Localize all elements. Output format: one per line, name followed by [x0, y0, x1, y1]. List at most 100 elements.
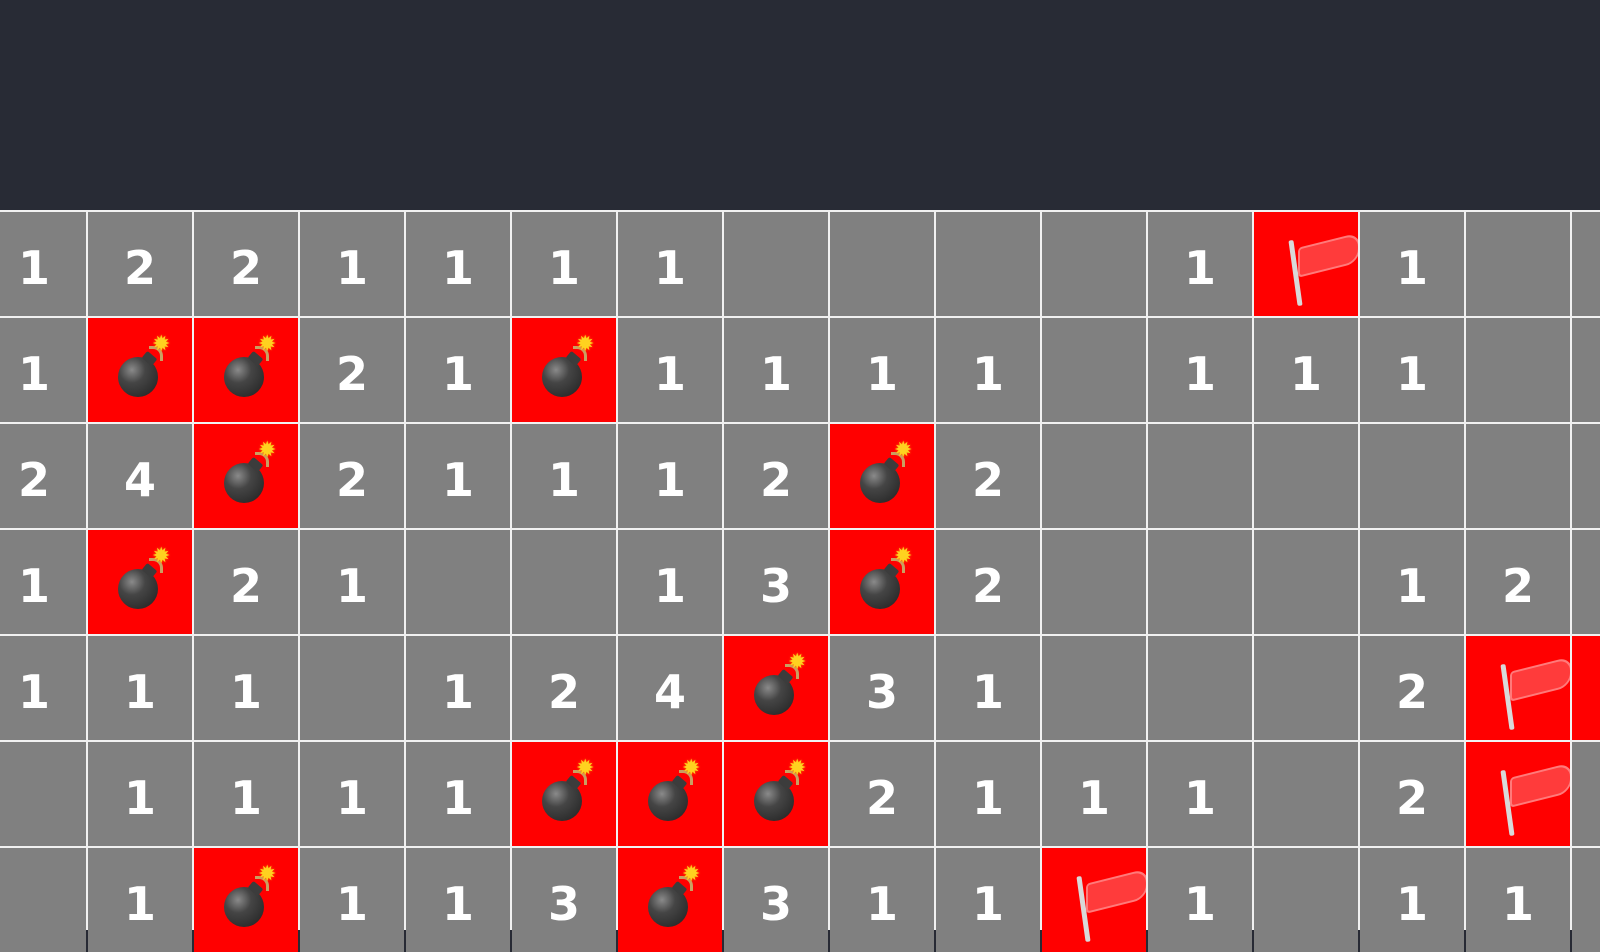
number-cell[interactable]: 1 [1466, 848, 1570, 952]
mine-cell[interactable]: ✹ [512, 742, 616, 846]
number-cell[interactable]: 1 [300, 212, 404, 316]
number-cell[interactable]: 1 [300, 848, 404, 952]
empty-cell[interactable] [1572, 424, 1600, 528]
number-cell[interactable]: 3 [512, 848, 616, 952]
number-cell[interactable]: 3 [1572, 742, 1600, 846]
empty-cell[interactable] [1042, 212, 1146, 316]
number-cell[interactable]: 1 [512, 212, 616, 316]
number-cell[interactable]: 1 [1360, 530, 1464, 634]
empty-cell[interactable] [830, 212, 934, 316]
number-cell[interactable]: 2 [0, 424, 86, 528]
mine-cell[interactable]: ✹ [194, 318, 298, 422]
number-cell[interactable]: 1 [1254, 318, 1358, 422]
empty-cell[interactable] [1148, 424, 1252, 528]
number-cell[interactable]: 1 [0, 318, 86, 422]
number-cell[interactable]: 1 [618, 424, 722, 528]
number-cell[interactable]: 2 [1572, 530, 1600, 634]
number-cell[interactable]: 1 [406, 424, 510, 528]
empty-cell[interactable] [1042, 530, 1146, 634]
number-cell[interactable]: 1 [1360, 212, 1464, 316]
empty-cell[interactable] [1254, 848, 1358, 952]
number-cell[interactable]: 1 [936, 318, 1040, 422]
mine-cell[interactable]: ✹ [194, 424, 298, 528]
number-cell[interactable]: 2 [1466, 530, 1570, 634]
number-cell[interactable]: 1 [618, 212, 722, 316]
mine-cell[interactable]: ✹ [830, 530, 934, 634]
number-cell[interactable]: 1 [406, 318, 510, 422]
empty-cell[interactable] [936, 212, 1040, 316]
number-cell[interactable]: 3 [830, 636, 934, 740]
number-cell[interactable]: 1 [618, 318, 722, 422]
empty-cell[interactable] [1572, 318, 1600, 422]
number-cell[interactable]: 1 [830, 318, 934, 422]
number-cell[interactable]: 1 [512, 424, 616, 528]
empty-cell[interactable] [1042, 424, 1146, 528]
number-cell[interactable]: 2 [1360, 636, 1464, 740]
mine-cell[interactable]: ✹ [88, 530, 192, 634]
number-cell[interactable]: 2 [300, 424, 404, 528]
empty-cell[interactable] [1148, 530, 1252, 634]
number-cell[interactable]: 1 [1360, 318, 1464, 422]
number-cell[interactable]: 1 [88, 848, 192, 952]
mine-cell[interactable]: ✹ [618, 742, 722, 846]
number-cell[interactable]: 1 [300, 530, 404, 634]
number-cell[interactable]: 1 [0, 636, 86, 740]
empty-cell[interactable] [724, 212, 828, 316]
empty-cell[interactable] [1466, 318, 1570, 422]
number-cell[interactable]: 1 [0, 530, 86, 634]
number-cell[interactable]: 1 [88, 742, 192, 846]
mine-cell[interactable]: ✹ [194, 848, 298, 952]
empty-cell[interactable] [1042, 636, 1146, 740]
empty-cell[interactable] [1360, 424, 1464, 528]
flagged-cell[interactable] [1572, 636, 1600, 740]
empty-cell[interactable] [0, 742, 86, 846]
number-cell[interactable]: 4 [618, 636, 722, 740]
flagged-cell[interactable] [1254, 212, 1358, 316]
flagged-cell[interactable] [1042, 848, 1146, 952]
empty-cell[interactable] [0, 848, 86, 952]
empty-cell[interactable] [1042, 318, 1146, 422]
number-cell[interactable]: 1 [830, 848, 934, 952]
number-cell[interactable]: 3 [724, 848, 828, 952]
number-cell[interactable]: 1 [936, 848, 1040, 952]
number-cell[interactable]: 2 [936, 530, 1040, 634]
number-cell[interactable]: 1 [406, 212, 510, 316]
number-cell[interactable]: 4 [88, 424, 192, 528]
number-cell[interactable]: 1 [618, 530, 722, 634]
mine-cell[interactable]: ✹ [830, 424, 934, 528]
flagged-cell[interactable] [1466, 742, 1570, 846]
empty-cell[interactable] [1466, 212, 1570, 316]
empty-cell[interactable] [1254, 424, 1358, 528]
number-cell[interactable]: 1 [300, 742, 404, 846]
number-cell[interactable]: 2 [512, 636, 616, 740]
flagged-cell[interactable] [1466, 636, 1570, 740]
number-cell[interactable]: 2 [88, 212, 192, 316]
empty-cell[interactable] [1254, 742, 1358, 846]
number-cell[interactable]: 1 [936, 636, 1040, 740]
number-cell[interactable]: 1 [1148, 318, 1252, 422]
number-cell[interactable]: 1 [1572, 848, 1600, 952]
empty-cell[interactable] [1572, 212, 1600, 316]
number-cell[interactable]: 2 [724, 424, 828, 528]
number-cell[interactable]: 1 [1042, 742, 1146, 846]
number-cell[interactable]: 1 [406, 848, 510, 952]
number-cell[interactable]: 1 [406, 742, 510, 846]
number-cell[interactable]: 1 [194, 636, 298, 740]
number-cell[interactable]: 1 [1148, 848, 1252, 952]
number-cell[interactable]: 1 [1148, 742, 1252, 846]
number-cell[interactable]: 2 [300, 318, 404, 422]
number-cell[interactable]: 1 [194, 742, 298, 846]
number-cell[interactable]: 1 [1360, 848, 1464, 952]
number-cell[interactable]: 1 [1148, 212, 1252, 316]
number-cell[interactable]: 1 [88, 636, 192, 740]
number-cell[interactable]: 2 [830, 742, 934, 846]
number-cell[interactable]: 1 [0, 212, 86, 316]
empty-cell[interactable] [406, 530, 510, 634]
number-cell[interactable]: 1 [936, 742, 1040, 846]
empty-cell[interactable] [512, 530, 616, 634]
empty-cell[interactable] [1148, 636, 1252, 740]
empty-cell[interactable] [1466, 424, 1570, 528]
empty-cell[interactable] [1254, 636, 1358, 740]
empty-cell[interactable] [1254, 530, 1358, 634]
number-cell[interactable]: 2 [936, 424, 1040, 528]
